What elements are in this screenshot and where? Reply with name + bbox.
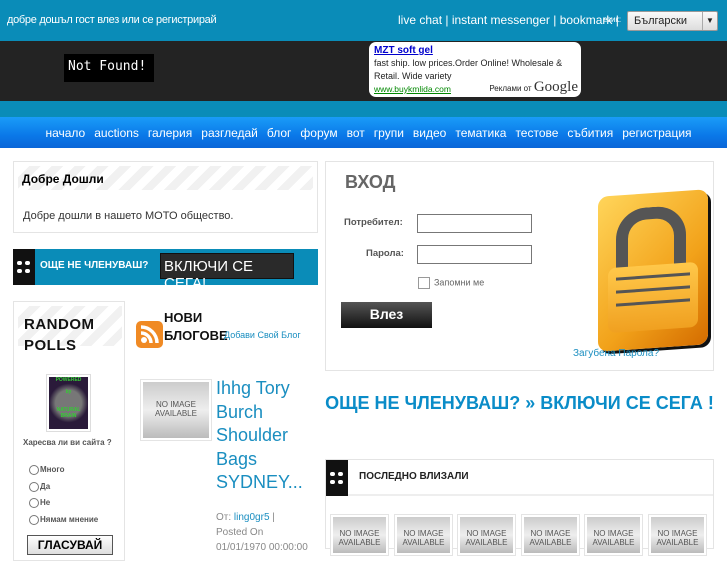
random-polls-box: RANDOM POLLS POWERED by NATURAL BRAIN Харе… — [13, 301, 125, 561]
top-links: live chat | instant messenger | bookmark… — [398, 13, 619, 27]
nav-gallery[interactable]: галерия — [148, 126, 192, 140]
poll-option[interactable]: Да — [29, 482, 50, 492]
ad-title[interactable]: MZT soft gel — [374, 44, 576, 57]
author-link[interactable]: ling0gr5 — [234, 512, 270, 523]
promo-label: ОЩЕ НЕ ЧЛЕНУВАШ? — [40, 260, 149, 271]
join-promo-bar: ОЩЕ НЕ ЧЛЕНУВАШ? ВКЛЮЧИ СЕ СЕГА! — [13, 249, 318, 292]
polls-title: RANDOM POLLS — [24, 316, 95, 354]
by-label: От: — [216, 512, 232, 523]
last-logged-title: ПОСЛЕДНО ВЛИЗАЛИ — [359, 471, 469, 482]
live-chat-link[interactable]: live chat — [398, 13, 442, 27]
google-logo: Google — [533, 79, 578, 95]
member-thumbnail[interactable]: NO IMAGE AVAILABLE — [394, 514, 453, 556]
remember-checkbox[interactable] — [418, 277, 430, 289]
login-box: ВХОД Потребител: Парола: Запомни ме Влез… — [325, 161, 714, 371]
login-title: ВХОД — [345, 172, 396, 192]
last-logged-box: ПОСЛЕДНО ВЛИЗАЛИ NO IMAGE AVAILABLE NO I… — [325, 459, 714, 556]
nav-groups[interactable]: групи — [374, 126, 404, 140]
header-strip — [0, 101, 727, 117]
option-label: Много — [40, 465, 65, 475]
nav-tests[interactable]: тестове — [515, 126, 558, 140]
member-thumbnail[interactable]: NO IMAGE AVAILABLE — [584, 514, 643, 556]
login-button[interactable]: Влез — [341, 302, 432, 328]
join-now-button[interactable]: ВКЛЮЧИ СЕ СЕГА! — [160, 253, 294, 292]
language-select[interactable]: Български ▼ — [627, 11, 718, 31]
nav-register[interactable]: регистрация — [622, 126, 691, 140]
add-blog-link[interactable]: Добави Свой Блог — [224, 330, 301, 340]
option-label: Нямам мнение — [40, 515, 99, 525]
last-logged-header: ПОСЛЕДНО ВЛИЗАЛИ — [326, 460, 713, 496]
poll-option[interactable]: Не — [29, 498, 50, 508]
member-thumbnail[interactable]: NO IMAGE AVAILABLE — [648, 514, 707, 556]
posted-label: Posted On — [216, 527, 264, 538]
nav-auctions[interactable]: auctions — [94, 126, 139, 140]
instant-messenger-link[interactable]: instant messenger — [452, 13, 550, 27]
nav-browse[interactable]: разгледай — [201, 126, 258, 140]
header-banner: Not Found! MZT soft gel fast ship. low p… — [0, 41, 727, 101]
blog-post-title[interactable]: Ihhg Tory Burch Shoulder Bags SYDNEY... — [216, 377, 316, 495]
nav-blog[interactable]: блог — [267, 126, 292, 140]
radio-button[interactable] — [29, 498, 39, 508]
google-ad[interactable]: MZT soft gel fast ship. low prices.Order… — [369, 42, 581, 97]
site-logo[interactable]: Not Found! — [64, 54, 154, 82]
poll-option[interactable]: Нямам мнение — [29, 515, 98, 525]
radio-button[interactable] — [29, 465, 39, 475]
remember-label: Запомни ме — [434, 277, 485, 288]
option-label: Не — [40, 498, 51, 508]
image-text-bottom: NATURAL BRAIN — [56, 407, 81, 419]
member-thumbnail[interactable]: NO IMAGE AVAILABLE — [330, 514, 389, 556]
language-label: език: — [603, 15, 622, 24]
poll-question: Харесва ли ви сайта ? — [23, 438, 112, 447]
nav-vote[interactable]: вот — [347, 126, 365, 140]
chevron-down-icon: ▼ — [702, 12, 717, 30]
new-blogs-title: НОВИ БЛОГОВЕ — [164, 310, 228, 343]
nav-home[interactable]: начало — [45, 126, 85, 140]
dots-icon — [13, 249, 35, 285]
username-input[interactable] — [417, 214, 532, 233]
poll-image: POWERED by NATURAL BRAIN — [46, 374, 91, 432]
option-label: Да — [40, 482, 51, 492]
radio-button[interactable] — [29, 482, 39, 492]
main-nav: начало auctions галерия разгледай блог ф… — [0, 117, 727, 148]
ads-by-google[interactable]: Реклами от Google — [489, 79, 578, 95]
nav-topics[interactable]: тематика — [455, 126, 506, 140]
dots-icon — [326, 460, 348, 496]
radio-button[interactable] — [29, 515, 39, 525]
welcome-title: Добре Дошли — [18, 166, 313, 190]
username-label: Потребител: — [344, 217, 403, 228]
image-text-mid: by — [65, 389, 72, 395]
top-bar: добре дошъл гост влез или се регистрирай… — [0, 0, 727, 41]
vote-button[interactable]: ГЛАСУВАЙ — [27, 535, 113, 555]
greeting-text: добре дошъл гост влез или се регистрирай — [7, 14, 217, 26]
blog-thumbnail[interactable]: NO IMAGE AVAILABLE — [140, 379, 212, 441]
password-input[interactable] — [417, 245, 532, 264]
image-text-top: POWERED — [55, 377, 82, 383]
post-date: 01/01/1970 00:00:00 — [216, 542, 308, 553]
nav-events[interactable]: събития — [567, 126, 613, 140]
ads-by-label: Реклами от — [489, 84, 532, 93]
join-now-link[interactable]: ОЩЕ НЕ ЧЛЕНУВАШ? » ВКЛЮЧИ СЕ СЕГА ! — [325, 391, 714, 416]
nav-forum[interactable]: форум — [300, 126, 337, 140]
welcome-box: Добре Дошли Добре дошли в нашето МОТО об… — [13, 161, 318, 233]
language-value: Български — [634, 15, 687, 27]
forgot-password-link[interactable]: Загубена Парола? — [573, 348, 659, 359]
remember-me[interactable]: Запомни ме — [418, 277, 484, 289]
nav-video[interactable]: видео — [413, 126, 446, 140]
welcome-text: Добре дошли в нашето МОТО общество. — [23, 210, 234, 222]
rss-icon — [136, 321, 163, 348]
member-thumbnail[interactable]: NO IMAGE AVAILABLE — [521, 514, 580, 556]
poll-option[interactable]: Много — [29, 465, 65, 475]
password-label: Парола: — [366, 248, 404, 259]
blog-meta: От: ling0gr5 | Posted On 01/01/1970 00:0… — [216, 512, 308, 553]
lock-icon — [598, 189, 708, 352]
member-thumbnail[interactable]: NO IMAGE AVAILABLE — [457, 514, 516, 556]
